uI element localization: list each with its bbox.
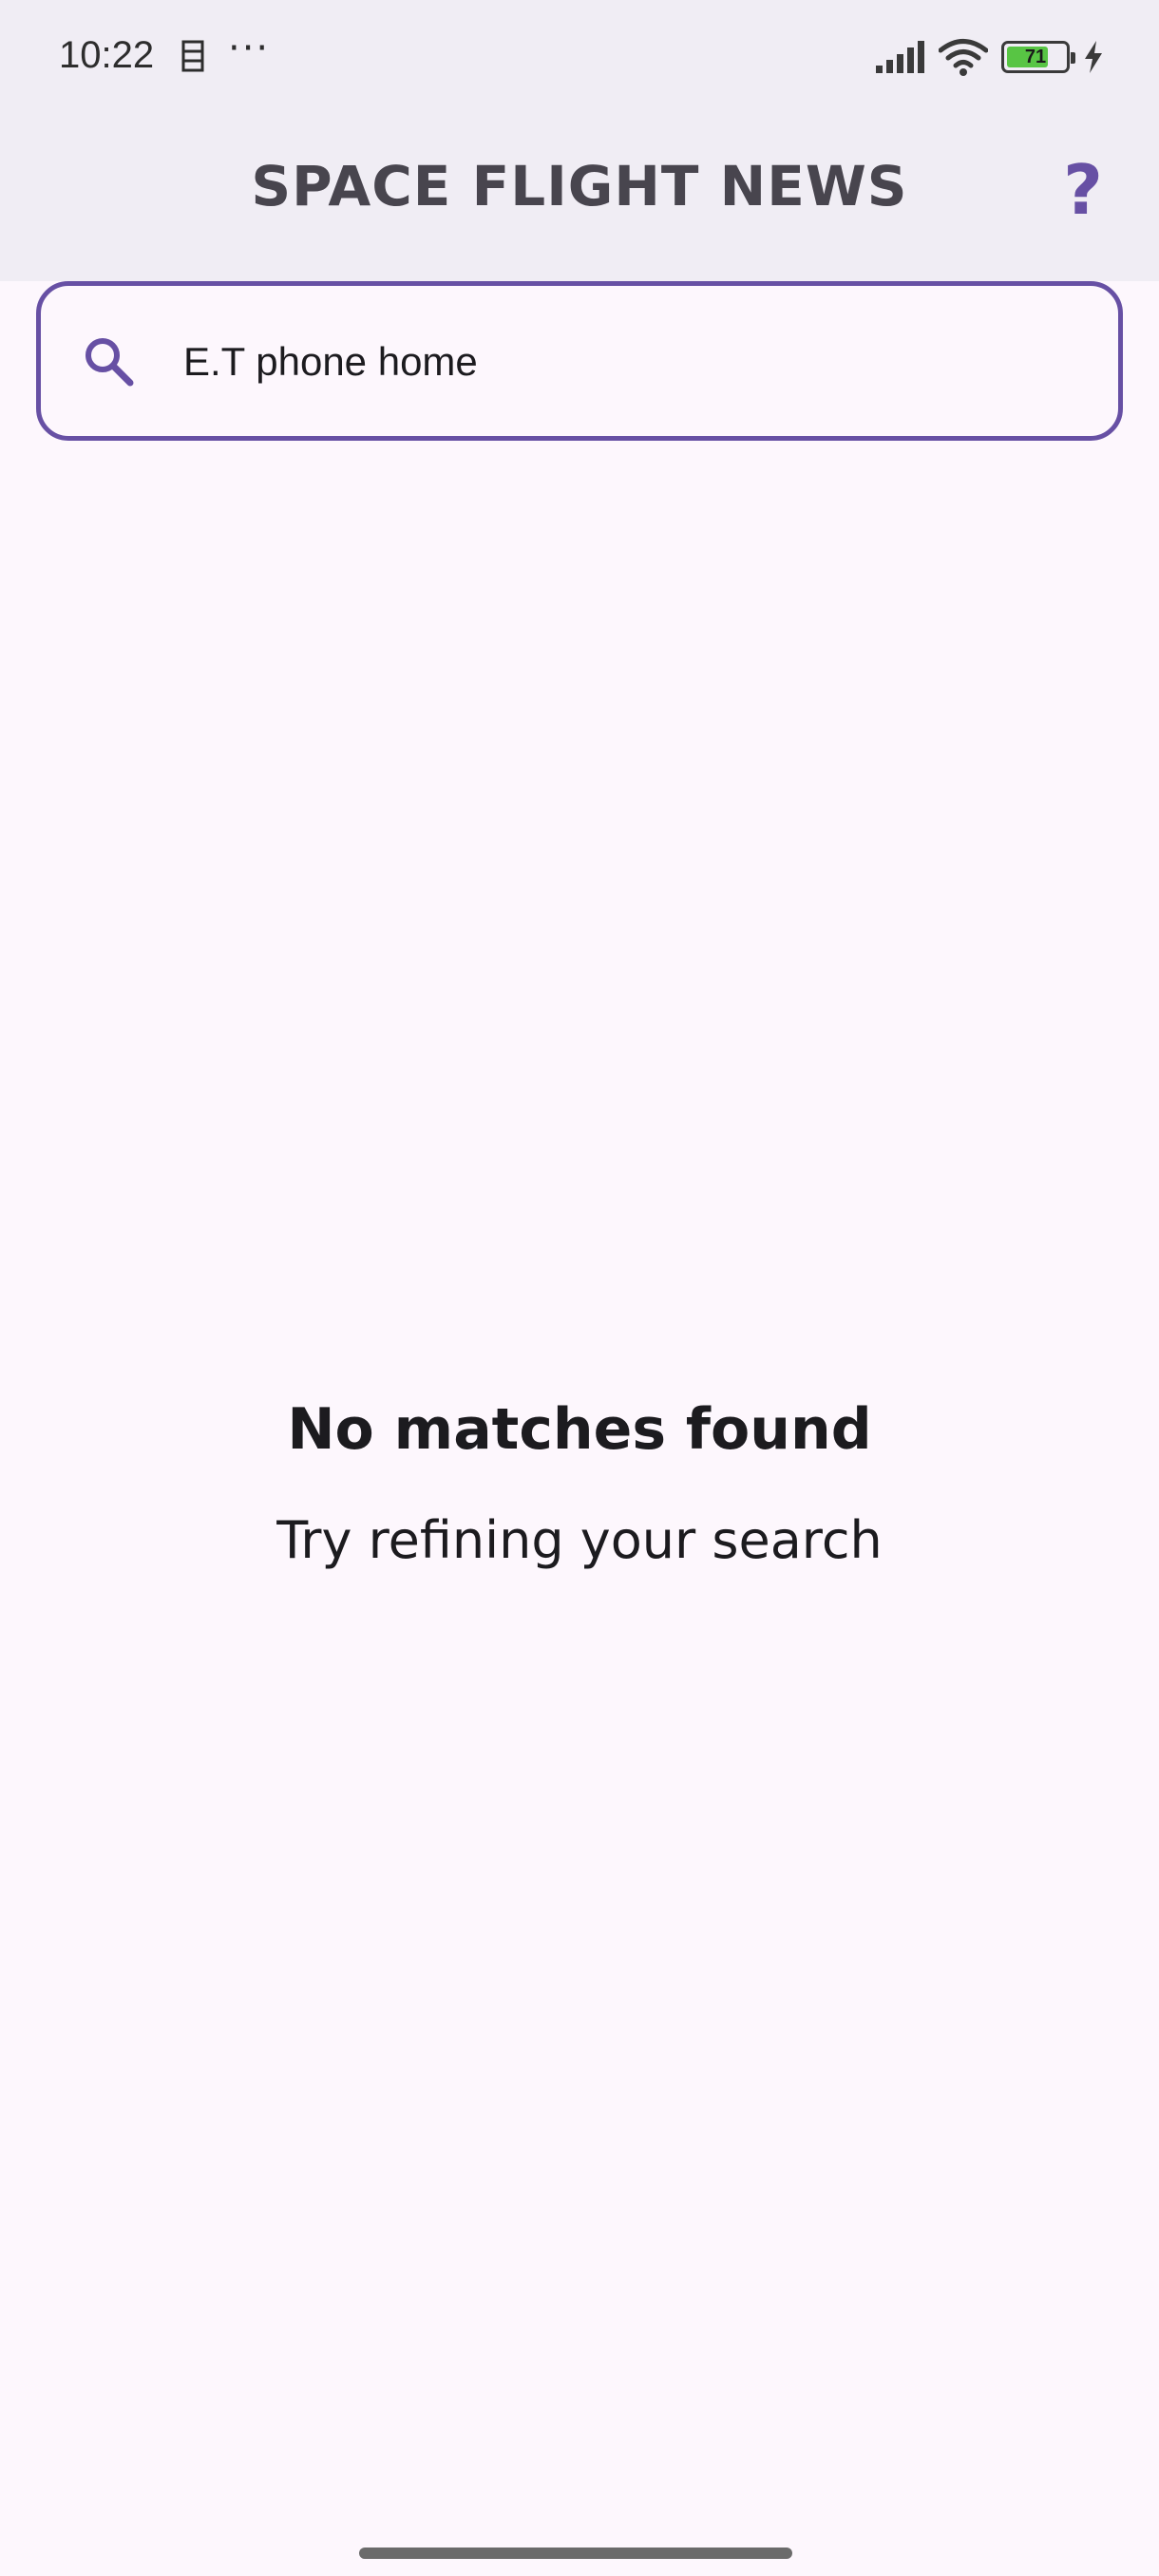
charging-bolt-icon xyxy=(1085,41,1102,73)
wifi-icon xyxy=(939,39,988,76)
empty-state-title: No matches found xyxy=(287,1396,872,1463)
top-app-bar: 10:22 ··· 71 SPACE FLIGHT NEWS ? xyxy=(0,0,1159,281)
status-bar: 10:22 ··· 71 xyxy=(0,0,1159,114)
more-notifications-icon: ··· xyxy=(228,27,271,70)
status-indicators: 71 xyxy=(876,36,1104,78)
search-input[interactable] xyxy=(183,314,1076,409)
status-time: 10:22 xyxy=(59,34,155,76)
calendar-icon xyxy=(181,40,204,72)
search-bar[interactable] xyxy=(36,281,1123,441)
cellular-signal-icon xyxy=(876,41,924,73)
help-button[interactable]: ? xyxy=(1045,150,1121,230)
battery-icon: 71 xyxy=(1001,41,1075,73)
app-title: SPACE FLIGHT NEWS xyxy=(251,154,908,218)
empty-state-subtitle: Try refining your search xyxy=(276,1510,883,1570)
screen: 10:22 ··· 71 SPACE FLIGHT NEWS ? E.T pho… xyxy=(0,0,1159,2576)
home-indicator[interactable] xyxy=(359,2548,792,2559)
battery-nub xyxy=(1071,52,1075,64)
search-icon xyxy=(86,338,134,387)
battery-level: 71 xyxy=(1024,46,1047,67)
